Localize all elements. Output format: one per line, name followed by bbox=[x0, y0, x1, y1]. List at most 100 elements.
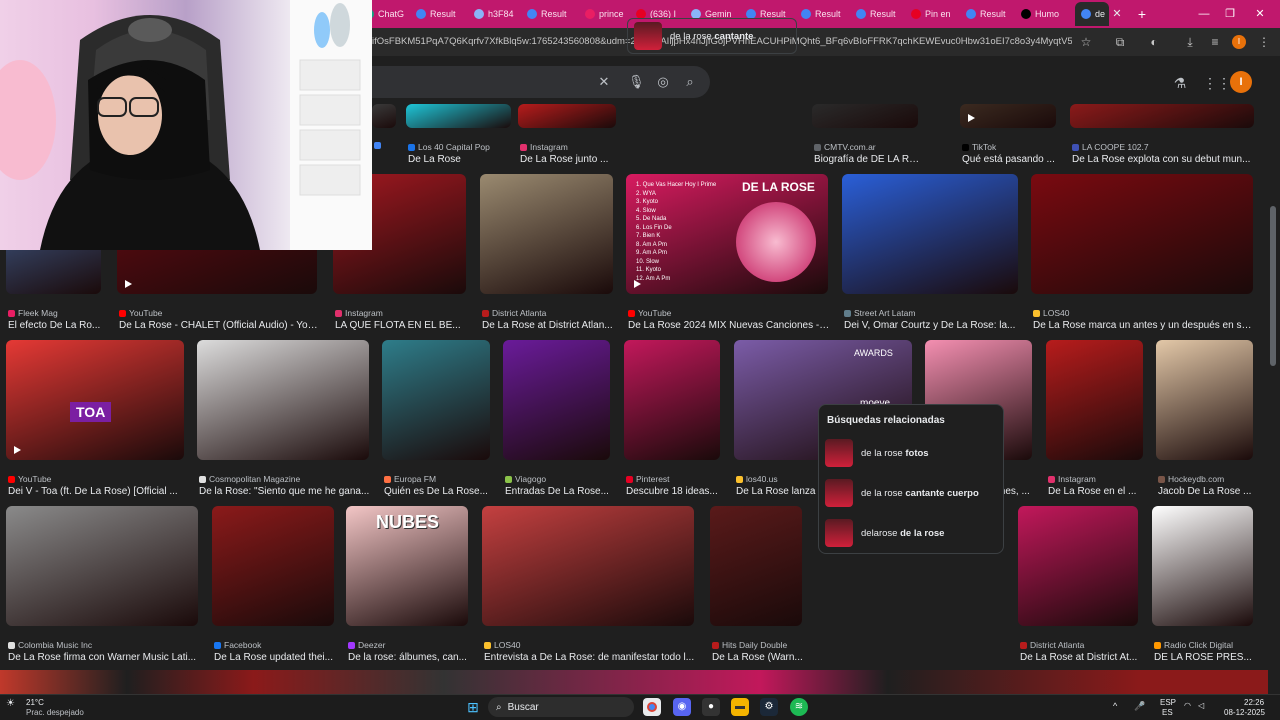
browser-menu-icon[interactable]: ⋮ bbox=[1256, 34, 1272, 50]
chrome-app-icon[interactable] bbox=[643, 698, 661, 716]
related-search-item[interactable]: delarose de la rose bbox=[823, 515, 999, 551]
tray-chevron-icon[interactable]: ^ bbox=[1113, 701, 1117, 711]
result-source[interactable]: Los 40 Capital Pop bbox=[408, 142, 513, 152]
browser-tab[interactable]: Result bbox=[795, 2, 847, 26]
result-title[interactable]: De la Rose: "Siento que me he gana... bbox=[199, 486, 371, 497]
download-icon[interactable]: ⤓ bbox=[1182, 34, 1198, 50]
language-bottom[interactable]: ES bbox=[1162, 708, 1173, 717]
windows-start-icon[interactable]: ⊞ bbox=[464, 698, 482, 716]
new-tab-button[interactable]: + bbox=[1133, 5, 1151, 23]
page-scrollbar[interactable] bbox=[1268, 56, 1280, 694]
image-result-card[interactable]: Instagram De La Rose en el ... bbox=[1046, 340, 1145, 497]
result-title[interactable]: Entradas De La Rose... bbox=[505, 486, 612, 497]
result-source[interactable]: Pinterest bbox=[626, 474, 722, 484]
result-title[interactable]: De La Rose junto ... bbox=[520, 154, 618, 165]
scrollbar-thumb[interactable] bbox=[1270, 206, 1276, 366]
image-result-card[interactable]: Cosmopolitan Magazine De la Rose: "Siento… bbox=[197, 340, 371, 497]
result-title[interactable]: De La Rose firma con Warner Music Lati..… bbox=[8, 652, 200, 663]
result-title[interactable]: LA QUE FLOTA EN EL BE... bbox=[335, 320, 468, 331]
result-source[interactable]: Hockeydb.com bbox=[1158, 474, 1255, 484]
browser-tab[interactable]: Pin en bbox=[905, 2, 957, 26]
labs-icon[interactable]: ⚗ bbox=[1171, 74, 1189, 92]
search-icon[interactable]: ⌕ bbox=[682, 74, 698, 90]
close-tab-icon[interactable]: ✕ bbox=[1110, 7, 1124, 21]
result-title[interactable]: DE LA ROSE PRES... bbox=[1154, 652, 1255, 663]
image-result-card[interactable]: Hits Daily Double De La Rose (Warn... bbox=[710, 506, 803, 663]
result-source[interactable]: District Atlanta bbox=[1020, 640, 1140, 650]
result-title[interactable]: Biografía de DE LA ROSE bbox=[814, 154, 920, 165]
result-source[interactable]: Instagram bbox=[1048, 474, 1145, 484]
browser-tab[interactable]: de bbox=[1075, 2, 1109, 26]
image-result-card[interactable]: DE LA ROSE 1. Que Vas Hacer Hoy I Prime 2.… bbox=[626, 174, 830, 331]
incognito-icon[interactable]: ◐ bbox=[1146, 34, 1162, 50]
result-source[interactable]: YouTube bbox=[628, 308, 830, 318]
image-result-card[interactable]: LA COOPE 102.7 De La Rose explota con su … bbox=[1070, 104, 1254, 165]
result-thumbnail[interactable] bbox=[518, 104, 616, 128]
result-source[interactable]: Cosmopolitan Magazine bbox=[199, 474, 371, 484]
browser-tab[interactable]: Result bbox=[960, 2, 1012, 26]
result-title[interactable]: Jacob De La Rose ... bbox=[1158, 486, 1255, 497]
image-result-card[interactable]: TOA YouTube Dei V - Toa (ft. De La Rose) [… bbox=[6, 340, 186, 497]
result-thumbnail[interactable] bbox=[212, 506, 334, 626]
account-avatar[interactable]: I bbox=[1230, 71, 1252, 93]
result-thumbnail[interactable] bbox=[960, 104, 1056, 128]
image-result-card[interactable]: TikTok Qué está pasando ... bbox=[960, 104, 1056, 165]
result-source[interactable]: YouTube bbox=[8, 474, 186, 484]
result-source[interactable]: LOS40 bbox=[1033, 308, 1255, 318]
taskbar-search[interactable]: ⌕ Buscar bbox=[488, 697, 634, 717]
steam-app-icon[interactable]: ⚙ bbox=[760, 698, 778, 716]
clock-date[interactable]: 08-12-2025 bbox=[1224, 708, 1265, 717]
result-title[interactable]: De la rose: álbumes, can... bbox=[348, 652, 470, 663]
image-result-card[interactable]: District Atlanta De La Rose at District A… bbox=[480, 174, 613, 331]
result-title[interactable]: De La Rose at District Atlan... bbox=[482, 320, 615, 331]
spotify-app-icon[interactable]: ≋ bbox=[790, 698, 808, 716]
extensions-icon[interactable]: ⧉ bbox=[1112, 34, 1128, 50]
result-source[interactable]: Street Art Latam bbox=[844, 308, 1020, 318]
result-thumbnail[interactable] bbox=[372, 104, 396, 128]
result-title[interactable]: De La Rose (Warn... bbox=[712, 652, 804, 663]
image-result-card[interactable]: Instagram De La Rose junto ... bbox=[518, 104, 618, 165]
result-source[interactable]: Colombia Music Inc bbox=[8, 640, 200, 650]
image-result-card[interactable]: Viagogo Entradas De La Rose... bbox=[503, 340, 610, 497]
browser-tab[interactable]: Result bbox=[850, 2, 902, 26]
result-source[interactable]: Radio Click Digital bbox=[1154, 640, 1255, 650]
result-source[interactable]: CMTV.com.ar bbox=[814, 142, 920, 152]
result-thumbnail[interactable] bbox=[480, 174, 613, 294]
bookmark-star-icon[interactable]: ☆ bbox=[1078, 34, 1094, 50]
image-result-card[interactable]: District Atlanta De La Rose at District A… bbox=[1018, 506, 1140, 663]
result-title[interactable]: De La Rose explota con su debut mun... bbox=[1072, 154, 1256, 165]
browser-tab[interactable]: h3F84 bbox=[468, 2, 518, 26]
result-thumbnail[interactable] bbox=[197, 340, 369, 460]
browser-tab[interactable]: Result bbox=[410, 2, 466, 26]
result-thumbnail[interactable] bbox=[382, 340, 490, 460]
reading-list-icon[interactable]: ≡ bbox=[1207, 34, 1223, 50]
result-title[interactable]: De La Rose en el ... bbox=[1048, 486, 1145, 497]
result-source[interactable]: LOS40 bbox=[484, 640, 696, 650]
result-title[interactable]: De La Rose at District At... bbox=[1020, 652, 1140, 663]
obs-app-icon[interactable]: ● bbox=[702, 698, 720, 716]
image-result-card[interactable]: LOS40 De La Rose marca un antes y un desp… bbox=[1031, 174, 1255, 331]
image-result-card[interactable]: CMTV.com.ar Biografía de DE LA ROSE bbox=[812, 104, 920, 165]
result-title[interactable]: Descubre 18 ideas... bbox=[626, 486, 722, 497]
partial-results-row[interactable] bbox=[0, 670, 1268, 694]
file-explorer-icon[interactable]: ▬ bbox=[731, 698, 749, 716]
browser-tab[interactable]: Humo bbox=[1015, 2, 1071, 26]
result-thumbnail[interactable]: NUBES bbox=[346, 506, 468, 626]
discord-app-icon[interactable]: ◉ bbox=[673, 698, 691, 716]
result-source[interactable]: Facebook bbox=[214, 640, 336, 650]
result-thumbnail[interactable] bbox=[1156, 340, 1253, 460]
result-title[interactable]: Quién es De La Rose... bbox=[384, 486, 492, 497]
result-thumbnail[interactable] bbox=[812, 104, 918, 128]
result-source[interactable] bbox=[374, 142, 398, 149]
result-thumbnail[interactable] bbox=[1152, 506, 1253, 626]
result-source[interactable]: Fleek Mag bbox=[8, 308, 103, 318]
result-source[interactable]: Instagram bbox=[335, 308, 468, 318]
result-thumbnail[interactable] bbox=[1046, 340, 1143, 460]
result-source[interactable]: Instagram bbox=[520, 142, 618, 152]
result-thumbnail[interactable]: TOA bbox=[6, 340, 184, 460]
result-title[interactable]: De La Rose marca un antes y un después e… bbox=[1033, 320, 1255, 331]
result-source[interactable]: Europa FM bbox=[384, 474, 492, 484]
result-source[interactable]: YouTube bbox=[119, 308, 319, 318]
weather-temp[interactable]: 21°C bbox=[26, 698, 44, 707]
result-thumbnail[interactable] bbox=[842, 174, 1018, 294]
